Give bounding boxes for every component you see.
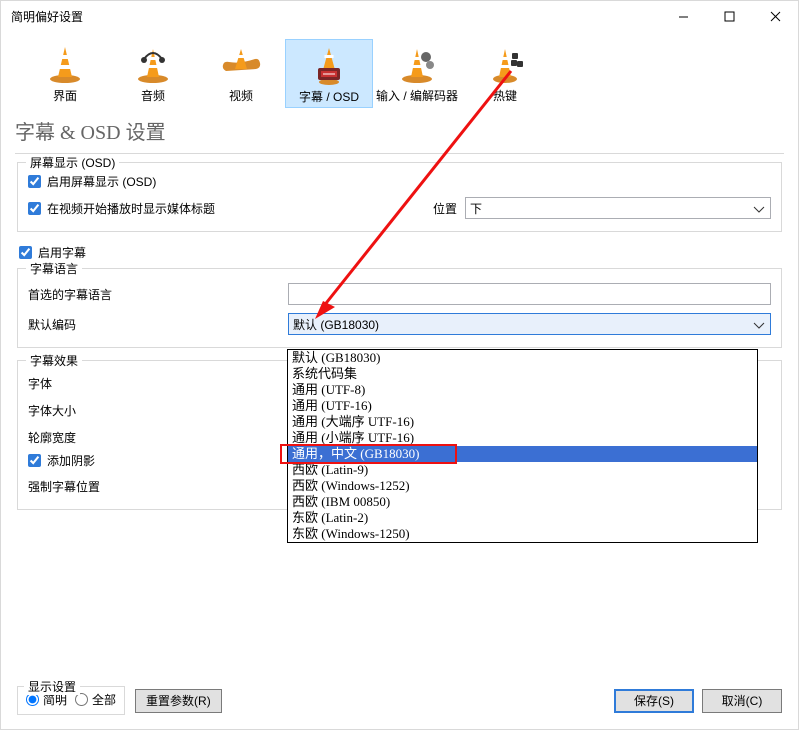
show-settings-legend: 显示设置: [24, 678, 80, 695]
encoding-option[interactable]: 东欧 (Latin-2): [288, 510, 757, 526]
position-select[interactable]: 下: [465, 197, 771, 219]
encoding-dropdown-list[interactable]: 默认 (GB18030)系统代码集通用 (UTF-8)通用 (UTF-16)通用…: [287, 349, 758, 543]
encoding-option[interactable]: 西欧 (IBM 00850): [288, 494, 757, 510]
encoding-option[interactable]: 西欧 (Latin-9): [288, 462, 757, 478]
cone-board-icon: [308, 44, 350, 86]
tab-subtitles-osd[interactable]: 字幕 / OSD: [285, 39, 373, 108]
enable-osd-checkbox[interactable]: 启用屏幕显示 (OSD): [28, 173, 156, 190]
enable-subtitles-checkbox[interactable]: 启用字幕: [19, 244, 86, 261]
tab-audio[interactable]: 音频: [109, 39, 197, 108]
font-label: 字体: [28, 375, 288, 392]
tab-label: 热键: [493, 87, 517, 104]
encoding-option[interactable]: 通用 (UTF-16): [288, 398, 757, 414]
osd-groupbox: 屏幕显示 (OSD) 启用屏幕显示 (OSD) 在视频开始播放时显示媒体标题 位…: [17, 162, 782, 232]
encoding-option[interactable]: 西欧 (Windows-1252): [288, 478, 757, 494]
encoding-option[interactable]: 通用 (UTF-8): [288, 382, 757, 398]
encoding-option[interactable]: 通用 (大端序 UTF-16): [288, 414, 757, 430]
tab-label: 音频: [141, 87, 165, 104]
size-label: 字体大小: [28, 402, 288, 419]
radio-all[interactable]: 全部: [75, 691, 116, 708]
cone-key-icon: [484, 43, 526, 85]
tab-label: 视频: [229, 87, 253, 104]
tab-label: 输入 / 编解码器: [376, 87, 458, 104]
show-title-checkbox[interactable]: 在视频开始播放时显示媒体标题: [28, 200, 433, 217]
window-title: 简明偏好设置: [11, 8, 660, 25]
cone-headphones-icon: [132, 43, 174, 85]
pref-lang-label: 首选的字幕语言: [28, 286, 288, 303]
tab-video[interactable]: 视频: [197, 39, 285, 108]
outline-label: 轮廓宽度: [28, 429, 288, 446]
maximize-button[interactable]: [706, 1, 752, 31]
cone-icon: [44, 43, 86, 85]
show-settings-radiogroup: 显示设置 简明 全部: [17, 686, 125, 715]
position-label: 位置: [433, 200, 465, 217]
reset-button[interactable]: 重置参数(R): [135, 689, 222, 713]
page-title: 字幕 & OSD 设置: [1, 112, 798, 153]
encoding-option[interactable]: 默认 (GB18030): [288, 350, 757, 366]
tab-interface[interactable]: 界面: [21, 39, 109, 108]
dropdown-icon: [751, 201, 767, 217]
subtitle-language-groupbox: 字幕语言 首选的字幕语言 默认编码 默认 (GB18030): [17, 268, 782, 348]
tab-label: 界面: [53, 87, 77, 104]
minimize-button[interactable]: [660, 1, 706, 31]
tab-input-codecs[interactable]: 输入 / 编解码器: [373, 39, 461, 108]
close-button[interactable]: [752, 1, 798, 31]
cone-film-icon: [220, 43, 262, 85]
preferences-toolbar: 界面 音频 视频 字幕 / OSD 输入 / 编解码器 热键: [1, 31, 798, 112]
sublang-legend: 字幕语言: [26, 260, 82, 277]
encoding-label: 默认编码: [28, 316, 288, 333]
encoding-option[interactable]: 系统代码集: [288, 366, 757, 382]
tab-hotkeys[interactable]: 热键: [461, 39, 549, 108]
encoding-option[interactable]: 通用 (小端序 UTF-16): [288, 430, 757, 446]
effect-legend: 字幕效果: [26, 352, 82, 369]
bottom-bar: 显示设置 简明 全部 重置参数(R) 保存(S) 取消(C): [1, 678, 798, 729]
encoding-select[interactable]: 默认 (GB18030): [288, 313, 771, 335]
encoding-option[interactable]: 东欧 (Windows-1250): [288, 526, 757, 542]
cancel-button[interactable]: 取消(C): [702, 689, 782, 713]
encoding-option[interactable]: 通用，中文 (GB18030): [288, 446, 757, 462]
shadow-checkbox[interactable]: 添加阴影: [28, 452, 95, 469]
save-button[interactable]: 保存(S): [614, 689, 694, 713]
tab-label: 字幕 / OSD: [299, 88, 359, 105]
cone-gears-icon: [396, 43, 438, 85]
dropdown-icon: [751, 317, 767, 333]
separator: [15, 153, 784, 154]
pref-lang-input[interactable]: [288, 283, 771, 305]
forcepos-label: 强制字幕位置: [28, 478, 288, 495]
title-bar: 简明偏好设置: [1, 1, 798, 31]
osd-legend: 屏幕显示 (OSD): [26, 154, 119, 171]
